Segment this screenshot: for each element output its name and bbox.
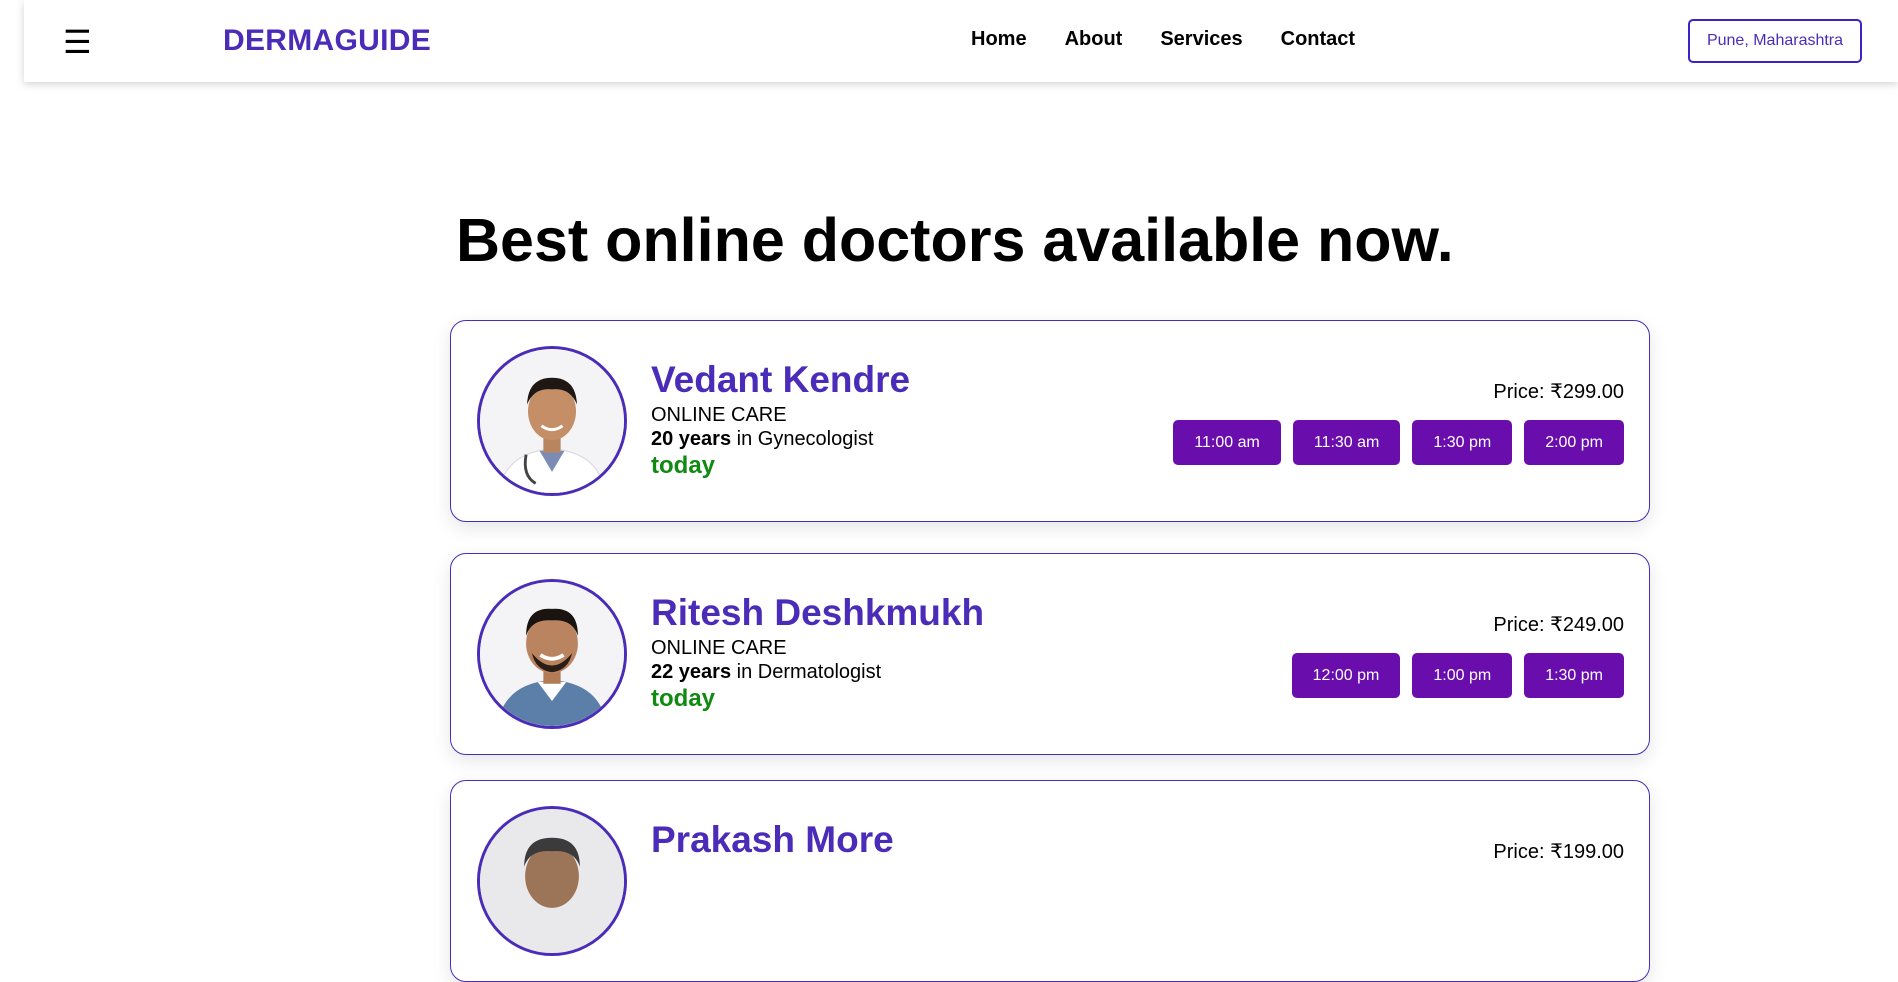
nav-link-home[interactable]: Home bbox=[971, 28, 1027, 51]
doctor-avatar bbox=[477, 579, 627, 729]
nav-link-about[interactable]: About bbox=[1065, 28, 1123, 51]
availability-label: today bbox=[651, 685, 716, 712]
doctor-experience: 22 years in Dermatologist bbox=[651, 660, 984, 684]
experience-years: 22 years bbox=[651, 661, 732, 683]
consultation-price: Price: ₹249.00 bbox=[1493, 614, 1624, 636]
time-slot-button[interactable]: 12:00 pm bbox=[1291, 653, 1401, 698]
doctor-experience: 20 years in Gynecologist bbox=[651, 427, 910, 451]
time-slot-button[interactable]: 1:00 pm bbox=[1412, 653, 1513, 698]
doctor-name[interactable]: Prakash More bbox=[651, 819, 894, 861]
doctor-specialty: in Dermatologist bbox=[731, 661, 882, 683]
consultation-price: Price: ₹299.00 bbox=[1493, 381, 1624, 403]
location-button[interactable]: Pune, Maharashtra bbox=[1688, 19, 1862, 63]
doctor-info: Prakash More bbox=[651, 819, 894, 861]
time-slot-button[interactable]: 1:30 pm bbox=[1412, 420, 1513, 465]
doctor-photo-icon bbox=[480, 582, 624, 726]
hamburger-menu-icon[interactable]: ☰ bbox=[63, 22, 92, 62]
time-slot-button[interactable]: 2:00 pm bbox=[1524, 420, 1624, 465]
time-slot-button[interactable]: 11:30 am bbox=[1292, 420, 1401, 465]
time-slot-button[interactable]: 11:00 am bbox=[1173, 420, 1281, 465]
nav-link-services[interactable]: Services bbox=[1160, 28, 1242, 51]
time-slots: 11:00 am 11:30 am 1:30 pm 2:00 pm bbox=[1173, 420, 1624, 465]
experience-years: 20 years bbox=[651, 428, 732, 450]
consultation-price: Price: ₹199.00 bbox=[1493, 841, 1624, 863]
page-title: Best online doctors available now. bbox=[456, 206, 1454, 274]
doctor-photo-icon bbox=[480, 349, 624, 493]
doctor-info: Vedant Kendre ONLINE CARE 20 years in Gy… bbox=[651, 359, 910, 481]
doctor-avatar bbox=[477, 806, 627, 956]
doctor-care-type: ONLINE CARE bbox=[651, 637, 787, 659]
main-nav: Home About Services Contact bbox=[971, 28, 1393, 51]
time-slots: 12:00 pm 1:00 pm 1:30 pm bbox=[1291, 653, 1624, 698]
doctor-card: Prakash More Price: ₹199.00 bbox=[450, 780, 1650, 982]
doctor-name[interactable]: Ritesh Deshkmukh bbox=[651, 592, 984, 634]
doctor-photo-icon bbox=[480, 809, 624, 953]
doctor-card: Ritesh Deshkmukh ONLINE CARE 22 years in… bbox=[450, 553, 1650, 755]
top-navbar: ☰ DERMAGUIDE Home About Services Contact… bbox=[24, 0, 1898, 82]
doctor-card: Vedant Kendre ONLINE CARE 20 years in Gy… bbox=[450, 320, 1650, 522]
doctor-avatar bbox=[477, 346, 627, 496]
doctor-name[interactable]: Vedant Kendre bbox=[651, 359, 910, 401]
time-slot-button[interactable]: 1:30 pm bbox=[1524, 653, 1624, 698]
nav-link-contact[interactable]: Contact bbox=[1281, 28, 1355, 51]
brand-logo[interactable]: DERMAGUIDE bbox=[223, 24, 431, 58]
doctor-info: Ritesh Deshkmukh ONLINE CARE 22 years in… bbox=[651, 592, 984, 714]
doctor-specialty: in Gynecologist bbox=[731, 428, 874, 450]
doctor-care-type: ONLINE CARE bbox=[651, 404, 787, 426]
availability-label: today bbox=[651, 452, 716, 479]
